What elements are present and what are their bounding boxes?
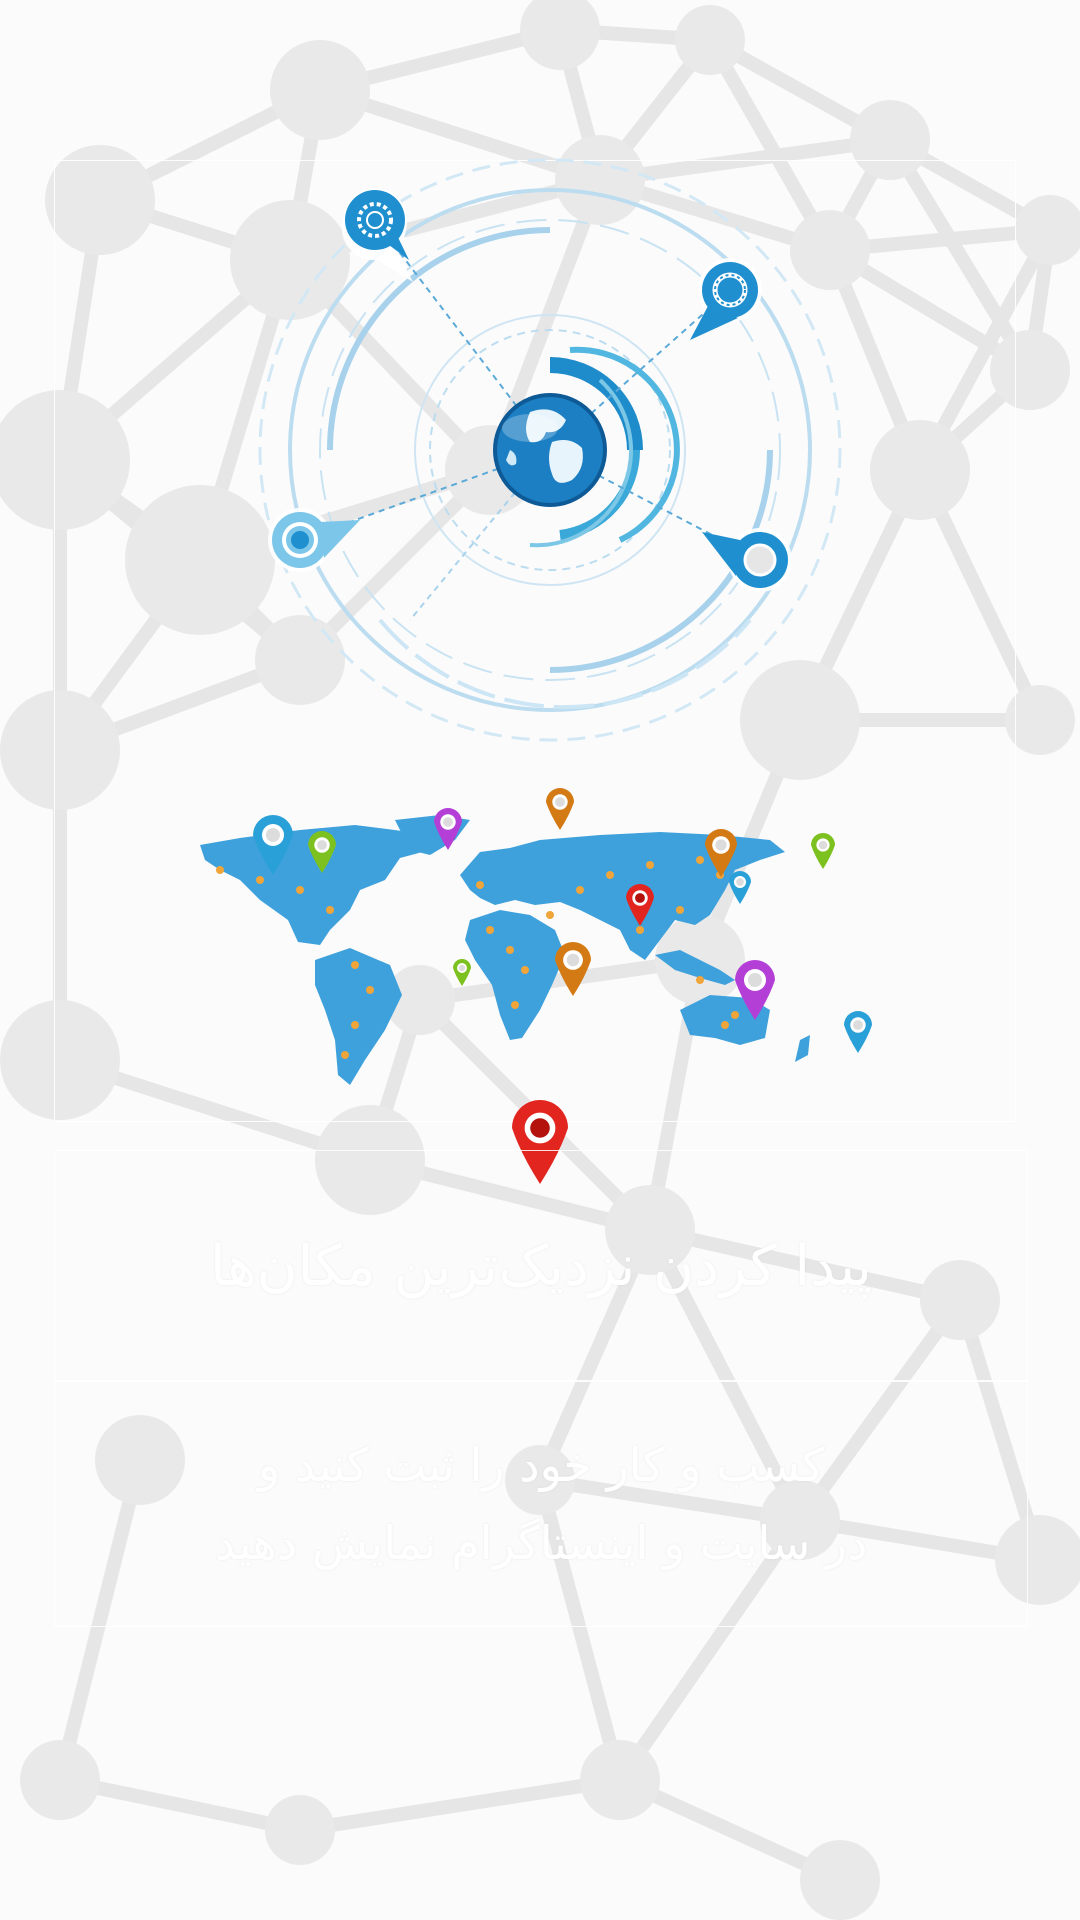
city-dot	[341, 1051, 349, 1059]
network-node	[45, 145, 155, 255]
network-node	[20, 1740, 100, 1820]
city-dot	[636, 926, 644, 934]
network-node	[870, 420, 970, 520]
south-america	[315, 948, 402, 1085]
network-node	[0, 690, 120, 810]
network-node	[800, 1840, 880, 1920]
africa	[465, 910, 565, 1040]
city-dot	[721, 1021, 729, 1029]
location-pin-icon	[546, 788, 574, 830]
ring-pin-icon	[690, 258, 762, 340]
location-pin-icon	[811, 833, 835, 869]
city-dot	[576, 886, 584, 894]
onboarding-description: کسب و کار خود را ثبت کنید و در سایت و ای…	[54, 1380, 1028, 1627]
location-pin-icon	[453, 959, 471, 986]
world-map	[200, 788, 872, 1184]
location-pin-icon	[555, 942, 591, 996]
globe-icon	[493, 393, 607, 507]
location-pin-icon	[844, 1011, 872, 1053]
city-dot	[606, 871, 614, 879]
network-node	[1015, 195, 1080, 265]
city-dot	[366, 986, 374, 994]
description-line-1: کسب و کار خود را ثبت کنید و	[257, 1437, 825, 1492]
city-dot	[521, 966, 529, 974]
city-dot	[216, 866, 224, 874]
southeast-asia	[655, 950, 735, 985]
network-node	[520, 0, 600, 70]
city-dot	[646, 861, 654, 869]
network-node	[580, 1740, 660, 1820]
city-dot	[506, 946, 514, 954]
network-node	[1005, 685, 1075, 755]
city-dot	[351, 961, 359, 969]
network-node	[265, 1795, 335, 1865]
network-node	[0, 1000, 120, 1120]
city-dot	[326, 906, 334, 914]
description-line-2: در سایت و اینستاگرام نمایش دهید	[214, 1515, 868, 1570]
city-dot	[546, 911, 554, 919]
network-node	[675, 5, 745, 75]
city-dot	[696, 976, 704, 984]
connectivity-hub-illustration	[258, 158, 842, 742]
location-pin-icon	[729, 871, 751, 904]
new-zealand	[795, 1035, 810, 1062]
city-dot	[486, 926, 494, 934]
city-dot	[696, 856, 704, 864]
city-dot	[351, 1021, 359, 1029]
arc-segment	[378, 618, 752, 710]
onboarding-title: پیدا کردن نزدیک‌ترین مکان‌ها	[54, 1150, 1028, 1382]
target-pin-icon	[268, 508, 360, 572]
network-link	[293, 1773, 627, 1837]
network-node	[270, 40, 370, 140]
dot-pin-icon	[702, 528, 792, 592]
city-dot	[476, 881, 484, 889]
city-dot	[296, 886, 304, 894]
city-dot	[676, 906, 684, 914]
city-dot	[731, 1011, 739, 1019]
network-node	[990, 330, 1070, 410]
city-dot	[256, 876, 264, 884]
city-dot	[511, 1001, 519, 1009]
